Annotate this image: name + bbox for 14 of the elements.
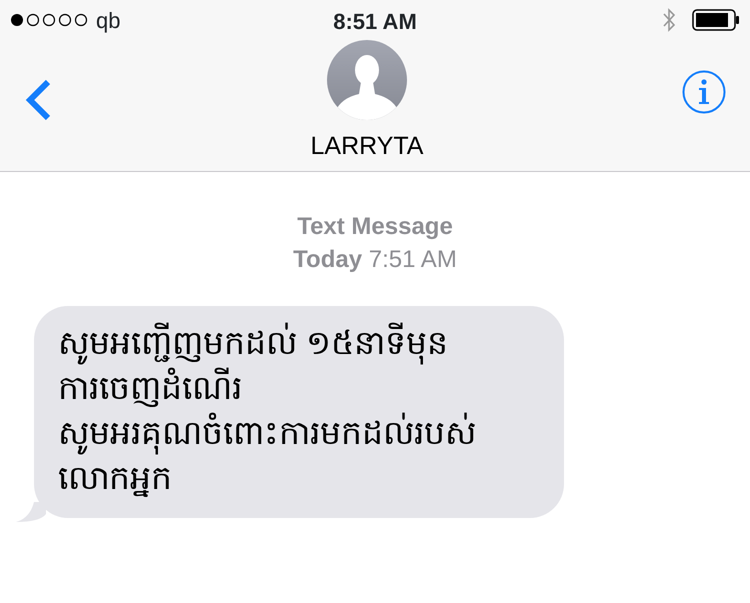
message-timestamp: Today 7:51 AM [292, 245, 458, 275]
contact-name[interactable]: LARRYTA [310, 128, 424, 166]
bluetooth-icon [662, 7, 676, 33]
info-button[interactable] [682, 70, 726, 114]
avatar-icon[interactable] [326, 40, 407, 120]
carrier-name: qb [96, 6, 120, 35]
battery-icon [692, 9, 740, 31]
message-bubble: សូមអញ្ជើញមកដល់ ១៥នាទីមុន ការចេញដំណើរ សូមអរគុណចំពោះការមកដល់របស់ លោកអ្នក [34, 306, 564, 518]
back-button[interactable] [24, 78, 52, 122]
bubble-tail [16, 500, 46, 524]
status-time: 8:51 AM [333, 8, 417, 36]
info-icon [682, 70, 726, 114]
service-label: Text Message [296, 212, 454, 242]
back-chevron-icon [24, 78, 52, 122]
